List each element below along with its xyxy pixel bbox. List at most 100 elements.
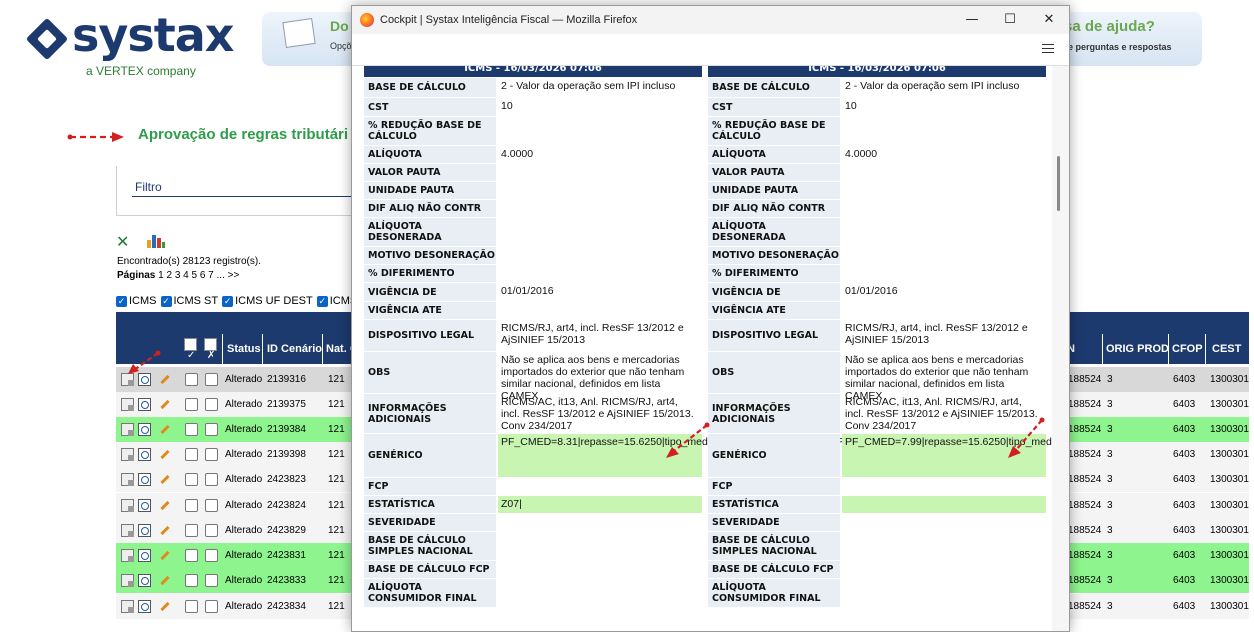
maximize-button[interactable]: ☐ xyxy=(995,10,1025,30)
checkbox-checked-icon[interactable]: ✓ xyxy=(316,295,328,307)
filter-icms-st[interactable]: ✓ ICMS ST xyxy=(160,295,218,307)
table-row[interactable]: Alterado 2423823 121 xyxy=(116,467,354,492)
reject-checkbox[interactable] xyxy=(205,524,218,537)
edit-pencil-icon[interactable] xyxy=(160,500,170,511)
search-detail-icon[interactable] xyxy=(138,600,151,613)
table-row[interactable]: Alterado 2139375 121 xyxy=(116,392,354,417)
table-row-right[interactable]: 188524 3 6403 1300301 xyxy=(1064,493,1249,518)
close-button[interactable]: ✕ xyxy=(1034,10,1064,30)
column-divider xyxy=(1102,334,1103,364)
view-document-icon[interactable] xyxy=(121,473,134,486)
reject-checkbox[interactable] xyxy=(205,423,218,436)
table-row[interactable]: Alterado 2139384 121 xyxy=(116,417,354,442)
approve-checkbox[interactable] xyxy=(185,448,198,461)
reject-checkbox[interactable] xyxy=(205,574,218,587)
search-detail-icon[interactable] xyxy=(138,499,151,512)
edit-pencil-icon[interactable] xyxy=(160,550,170,561)
search-detail-icon[interactable] xyxy=(138,398,151,411)
vertical-scrollbar[interactable] xyxy=(1052,66,1069,631)
checkbox-checked-icon[interactable]: ✓ xyxy=(160,295,172,307)
window-titlebar[interactable]: Cockpit | Systax Inteligência Fiscal — M… xyxy=(352,6,1069,34)
edit-pencil-icon[interactable] xyxy=(160,525,170,536)
table-row-right[interactable]: 188524 3 6403 1300301 xyxy=(1064,442,1249,467)
search-detail-icon[interactable] xyxy=(138,423,151,436)
table-row[interactable]: Alterado 2139398 121 xyxy=(116,442,354,467)
view-document-icon[interactable] xyxy=(121,499,134,512)
table-row-right[interactable]: 188524 3 6403 1300301 xyxy=(1064,467,1249,492)
column-cest[interactable]: CEST xyxy=(1212,343,1241,355)
search-detail-icon[interactable] xyxy=(138,574,151,587)
scrollbar-thumb[interactable] xyxy=(1057,156,1060,211)
reject-checkbox[interactable] xyxy=(205,549,218,562)
systax-logo[interactable]: systax a VERTEX company xyxy=(25,8,234,78)
filter-icms-uf-dest[interactable]: ✓ ICMS UF DEST xyxy=(222,295,313,307)
nat-cell: 121 xyxy=(328,575,345,586)
hamburger-menu-icon[interactable] xyxy=(1042,44,1054,54)
browser-toolbar xyxy=(352,34,1069,66)
table-row-right[interactable]: 188524 3 6403 1300301 xyxy=(1064,367,1249,392)
approve-checkbox[interactable] xyxy=(185,524,198,537)
view-document-icon[interactable] xyxy=(121,574,134,587)
table-row-right[interactable]: 188524 3 6403 1300301 xyxy=(1064,594,1249,619)
reject-checkbox[interactable] xyxy=(205,448,218,461)
table-row[interactable]: Alterado 2423824 121 xyxy=(116,493,354,518)
minimize-button[interactable]: — xyxy=(957,10,987,30)
excel-export-icon[interactable]: ✕ xyxy=(116,232,136,251)
table-row-right[interactable]: 188524 3 6403 1300301 xyxy=(1064,392,1249,417)
approve-checkbox[interactable] xyxy=(185,600,198,613)
left-field-value xyxy=(498,218,702,246)
approve-checkbox[interactable] xyxy=(185,423,198,436)
checkbox-checked-icon[interactable]: ✓ xyxy=(222,295,234,307)
table-row-right[interactable]: 188524 3 6403 1300301 xyxy=(1064,568,1249,593)
reject-checkbox[interactable] xyxy=(205,600,218,613)
banner-heading[interactable]: Do xyxy=(330,18,349,34)
column-cfop[interactable]: CFOP xyxy=(1172,343,1203,355)
approve-checkbox[interactable] xyxy=(185,549,198,562)
table-row[interactable]: Alterado 2423834 121 xyxy=(116,594,354,619)
table-row-right[interactable]: 188524 3 6403 1300301 xyxy=(1064,543,1249,568)
edit-pencil-icon[interactable] xyxy=(160,424,170,435)
table-row[interactable]: Alterado 2423833 121 xyxy=(116,568,354,593)
banner-faq-link[interactable]: e perguntas e respostas xyxy=(1068,42,1172,52)
approve-checkbox[interactable] xyxy=(185,373,198,386)
view-document-icon[interactable] xyxy=(121,398,134,411)
edit-pencil-icon[interactable] xyxy=(160,575,170,586)
filter-icms[interactable]: ✓ ICMS xyxy=(116,295,157,307)
search-detail-icon[interactable] xyxy=(138,448,151,461)
table-row-right[interactable]: 188524 3 6403 1300301 xyxy=(1064,417,1249,442)
filter-toggle[interactable]: Filtro xyxy=(135,180,162,194)
edit-pencil-icon[interactable] xyxy=(160,601,170,612)
edit-pencil-icon[interactable] xyxy=(160,474,170,485)
edit-pencil-icon[interactable] xyxy=(160,449,170,460)
view-document-icon[interactable] xyxy=(121,524,134,537)
view-document-icon[interactable] xyxy=(121,423,134,436)
pages-list[interactable]: 1 2 3 4 5 6 7 ... >> xyxy=(158,270,239,281)
view-document-icon[interactable] xyxy=(121,549,134,562)
search-detail-icon[interactable] xyxy=(138,473,151,486)
bar-chart-icon[interactable] xyxy=(146,232,166,248)
approve-checkbox[interactable] xyxy=(185,574,198,587)
approve-checkbox[interactable] xyxy=(185,473,198,486)
search-detail-icon[interactable] xyxy=(138,549,151,562)
table-row[interactable]: Alterado 2423831 121 xyxy=(116,543,354,568)
column-status[interactable]: Status xyxy=(227,343,261,355)
right-field-value xyxy=(842,182,1046,199)
reject-checkbox[interactable] xyxy=(205,398,218,411)
view-document-icon[interactable] xyxy=(121,600,134,613)
column-id-cenario[interactable]: ID Cenário xyxy=(267,343,322,355)
search-detail-icon[interactable] xyxy=(138,524,151,537)
approve-checkbox[interactable] xyxy=(185,398,198,411)
approve-checkbox[interactable] xyxy=(185,499,198,512)
table-row[interactable]: Alterado 2423829 121 xyxy=(116,518,354,543)
status-cell: Alterado xyxy=(225,525,263,536)
reject-checkbox[interactable] xyxy=(205,499,218,512)
column-orig-prod[interactable]: ORIG PROD xyxy=(1106,343,1169,355)
view-document-icon[interactable] xyxy=(121,448,134,461)
banner-help-heading[interactable]: sa de ajuda? xyxy=(1064,18,1155,35)
reject-checkbox[interactable] xyxy=(205,373,218,386)
edit-pencil-icon[interactable] xyxy=(160,374,170,385)
edit-pencil-icon[interactable] xyxy=(160,399,170,410)
reject-checkbox[interactable] xyxy=(205,473,218,486)
table-row-right[interactable]: 188524 3 6403 1300301 xyxy=(1064,518,1249,543)
checkbox-checked-icon[interactable]: ✓ xyxy=(116,295,127,307)
